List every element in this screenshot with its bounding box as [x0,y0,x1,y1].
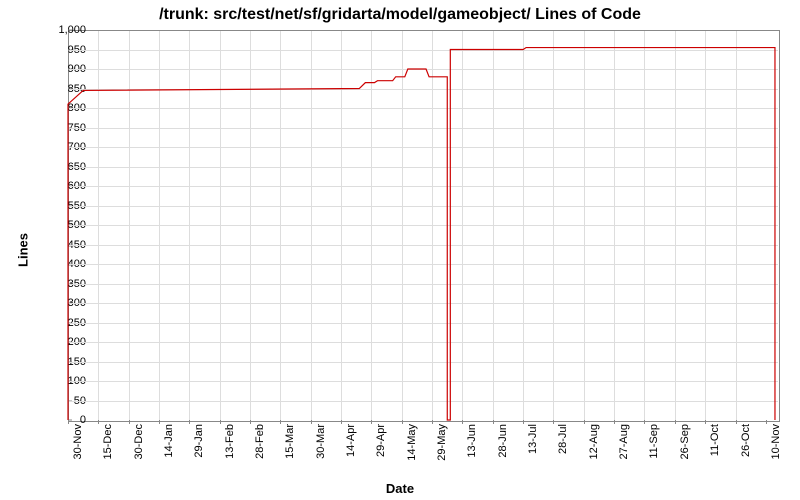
x-tick-label: 28-Jun [497,424,509,458]
x-tick-label: 29-Jan [193,424,205,458]
chart-container: /trunk: src/test/net/sf/gridarta/model/g… [0,0,800,500]
x-tick-label: 26-Sep [679,424,691,459]
x-tick-label: 11-Sep [648,424,660,459]
x-axis-label: Date [0,481,800,496]
x-tick-label: 14-Jan [163,424,175,458]
x-tick-label: 14-May [406,424,418,461]
x-tick-label: 29-Apr [375,424,387,457]
chart-title: /trunk: src/test/net/sf/gridarta/model/g… [0,6,800,24]
x-tick-label: 29-May [436,424,448,461]
loc-series-line [68,48,775,420]
x-tick-label: 12-Aug [588,424,600,459]
x-tick-label: 26-Oct [740,424,752,457]
x-tick-label: 15-Mar [284,424,296,459]
chart-line-layer [68,30,778,420]
x-tick-label: 27-Aug [618,424,630,459]
x-tick-label: 14-Apr [345,424,357,457]
x-tick-label: 15-Dec [102,424,114,459]
x-tick-label: 13-Jul [527,424,539,454]
x-tick-label: 28-Feb [254,424,266,459]
y-axis-label: Lines [15,233,30,267]
x-tick-label: 30-Dec [133,424,145,459]
x-tick-label: 10-Nov [770,424,782,459]
x-tick-label: 13-Feb [224,424,236,459]
x-tick-label: 30-Nov [72,424,84,459]
x-tick-label: 13-Jun [466,424,478,458]
x-tick-label: 30-Mar [315,424,327,459]
x-tick-label: 28-Jul [557,424,569,454]
x-tick-label: 11-Oct [709,424,721,456]
